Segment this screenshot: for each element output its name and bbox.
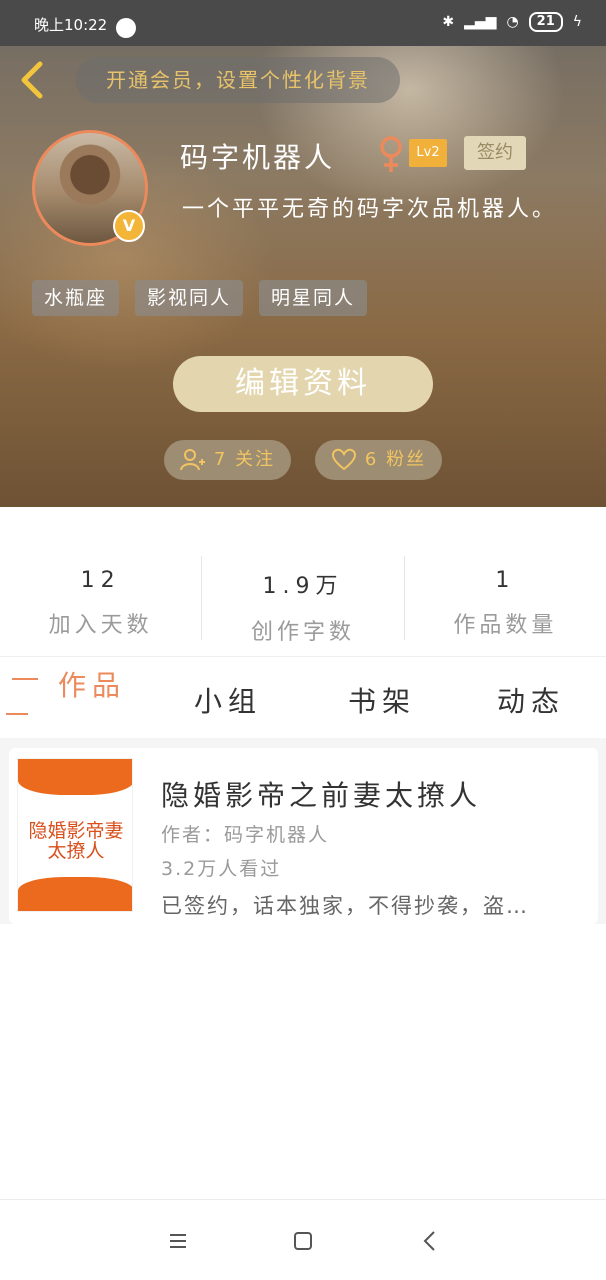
stat-join-days: 12 加入天数	[0, 556, 201, 640]
system-nav-bar	[0, 1199, 606, 1280]
tag-item[interactable]: 影视同人	[135, 280, 244, 316]
user-bio: 一个平平无奇的码字次品机器人。	[182, 197, 558, 222]
heart-icon	[331, 448, 356, 471]
tab-works[interactable]: 作品	[58, 664, 126, 704]
stat-value: 1	[495, 568, 516, 593]
signal-icon: ▂▄▆	[464, 14, 497, 30]
book-views: 3.2万人看过	[161, 858, 282, 880]
back-icon[interactable]	[415, 1226, 445, 1256]
tab-activity[interactable]: 动态	[497, 680, 565, 720]
stat-value: 1.9万	[262, 574, 344, 599]
book-cover[interactable]: 隐婚影帝妻太撩人	[17, 758, 133, 912]
stats-row: 12 加入天数 1.9万 创作字数 1 作品数量	[0, 556, 606, 645]
tag-item[interactable]: 明星同人	[259, 280, 368, 316]
vip-background-banner[interactable]: 开通会员，设置个性化背景	[76, 57, 400, 103]
profile-tabs: 作品 小组 书架 动态	[0, 658, 606, 738]
female-gender-icon	[380, 136, 402, 172]
tab-accent-line	[12, 678, 38, 680]
book-card[interactable]: 隐婚影帝妻太撩人 隐婚影帝之前妻太撩人 作者：码字机器人 3.2万人看过 已签约…	[9, 748, 598, 924]
menu-icon[interactable]	[163, 1226, 193, 1256]
following-button[interactable]: 7 关注	[164, 440, 291, 480]
level-badge: Lv2	[409, 139, 447, 167]
stat-word-count: 1.9万 创作字数	[201, 556, 403, 645]
book-description: 已签约，话本独家，不得抄袭，盗…	[161, 894, 529, 918]
wifi-icon: ◔	[506, 14, 519, 30]
stat-label: 加入天数	[48, 613, 153, 638]
back-arrow-icon[interactable]	[14, 58, 50, 102]
edit-profile-button[interactable]: 编辑资料	[173, 356, 433, 412]
username: 码字机器人	[180, 141, 336, 174]
home-icon[interactable]	[288, 1226, 318, 1256]
stat-label: 创作字数	[250, 620, 355, 645]
cover-decoration-bottom	[18, 877, 132, 911]
battery-icon: 21	[528, 12, 563, 32]
signed-badge: 签约	[464, 136, 526, 170]
globe-icon	[116, 18, 136, 38]
tab-groups[interactable]: 小组	[194, 680, 262, 720]
profile-page: 晚上10:22 ✱ ▂▄▆ ◔ 21 ϟ 开通会员，设置个性化背景 V 码字机器…	[0, 0, 606, 1280]
fans-button[interactable]: 6 粉丝	[315, 440, 442, 480]
active-tab-indicator	[6, 713, 28, 715]
tab-bookshelf[interactable]: 书架	[348, 680, 416, 720]
cover-title: 隐婚影帝妻太撩人	[28, 820, 124, 862]
status-icons: ✱ ▂▄▆ ◔ 21 ϟ	[442, 12, 582, 32]
following-count: 7 关注	[213, 449, 276, 470]
tag-item[interactable]: 水瓶座	[32, 280, 120, 316]
stat-label: 作品数量	[453, 613, 558, 638]
stat-works-count: 1 作品数量	[403, 556, 606, 640]
bluetooth-icon: ✱	[442, 14, 455, 30]
charging-icon: ϟ	[572, 14, 582, 30]
verified-badge-icon: V	[113, 210, 145, 242]
status-bar: 晚上10:22 ✱ ▂▄▆ ◔ 21 ϟ	[0, 0, 606, 46]
user-tags: 水瓶座 影视同人 明星同人	[32, 280, 368, 316]
stat-value: 12	[80, 568, 121, 593]
add-user-icon	[179, 449, 205, 471]
section-divider	[0, 656, 606, 657]
fans-count: 6 粉丝	[364, 449, 427, 470]
book-author: 作者：码字机器人	[161, 824, 330, 846]
cover-decoration-top	[18, 759, 132, 795]
book-title[interactable]: 隐婚影帝之前妻太撩人	[161, 774, 481, 814]
status-time: 晚上10:22	[34, 16, 108, 34]
